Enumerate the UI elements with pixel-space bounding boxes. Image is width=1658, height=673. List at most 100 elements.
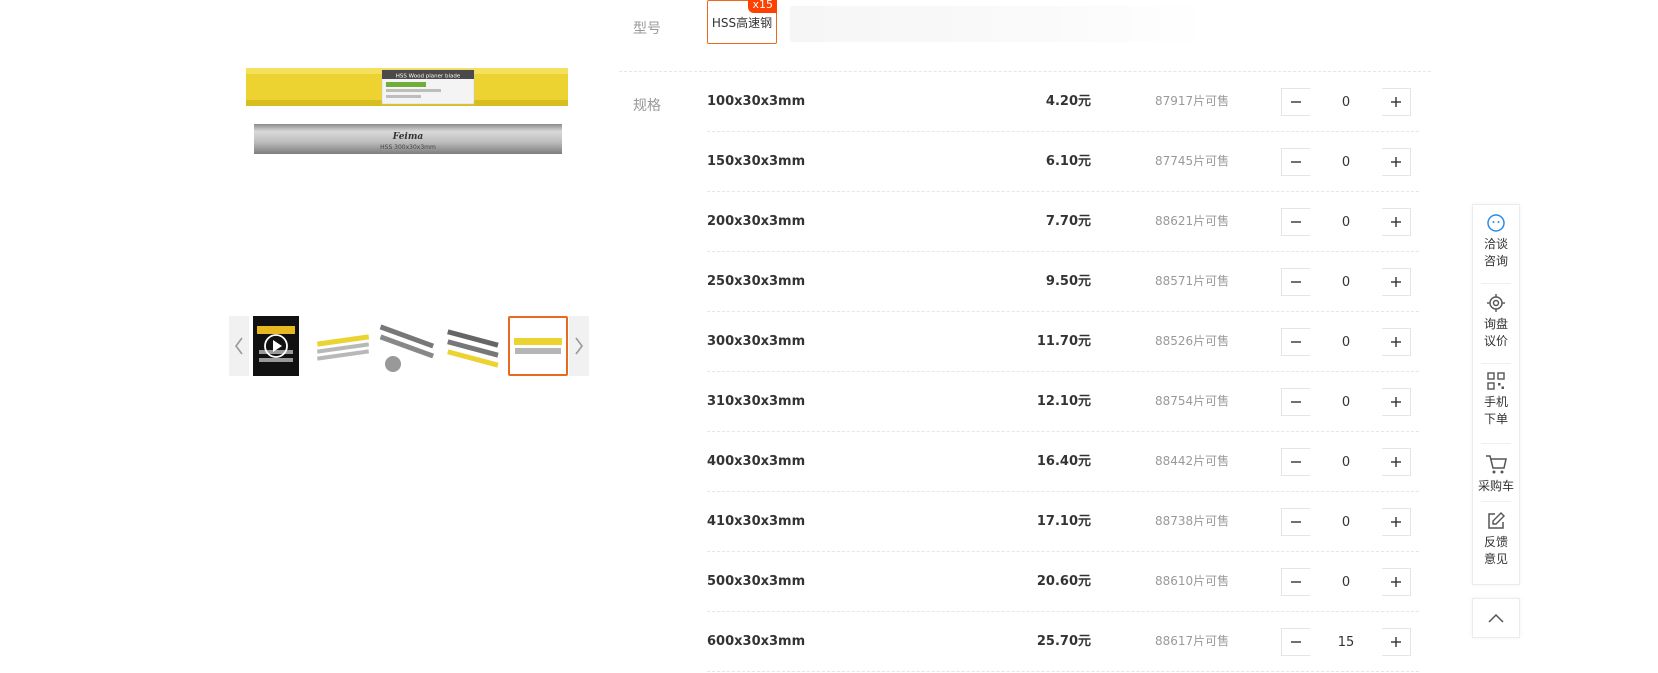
edit-icon bbox=[1488, 512, 1505, 529]
minus-icon bbox=[1291, 521, 1301, 523]
cart-icon bbox=[1486, 455, 1507, 474]
spec-stock: 88526片可售 bbox=[1155, 334, 1230, 348]
quantity-input[interactable] bbox=[1310, 448, 1382, 476]
blade-brand-text: Feima bbox=[392, 132, 424, 142]
quantity-input[interactable] bbox=[1310, 328, 1382, 356]
thumbnail-image-5[interactable] bbox=[508, 316, 568, 376]
minus-icon bbox=[1291, 221, 1301, 223]
quantity-stepper bbox=[1281, 148, 1411, 176]
toolbar-divider bbox=[1481, 501, 1511, 502]
back-to-top-button[interactable] bbox=[1472, 598, 1520, 638]
plus-icon bbox=[1391, 277, 1401, 287]
blade-size-text: HSS 300x30x3mm bbox=[380, 144, 436, 151]
chat-consult-button[interactable]: 洽谈 咨询 bbox=[1473, 213, 1519, 270]
quantity-input[interactable] bbox=[1310, 628, 1382, 656]
thumb-next-button[interactable] bbox=[569, 316, 589, 376]
decrement-button[interactable] bbox=[1282, 149, 1310, 175]
qr-code-icon bbox=[1487, 372, 1505, 390]
increment-button[interactable] bbox=[1382, 629, 1410, 655]
plus-icon bbox=[1391, 577, 1401, 587]
decrement-button[interactable] bbox=[1282, 89, 1310, 115]
spec-stock: 87745片可售 bbox=[1155, 154, 1230, 168]
mobile-label-1: 手机 bbox=[1483, 395, 1508, 409]
spec-stock: 87917片可售 bbox=[1155, 94, 1230, 108]
quantity-input[interactable] bbox=[1310, 148, 1382, 176]
increment-button[interactable] bbox=[1382, 269, 1410, 295]
minus-icon bbox=[1291, 281, 1301, 283]
spec-row: 100x30x3mm 4.20元 87917片可售 bbox=[707, 72, 1419, 132]
spec-name: 500x30x3mm bbox=[707, 574, 806, 589]
chat-icon bbox=[1487, 214, 1505, 232]
increment-button[interactable] bbox=[1382, 389, 1410, 415]
spec-price: 6.10元 bbox=[1045, 154, 1091, 169]
spec-stock: 88442片可售 bbox=[1155, 454, 1230, 468]
thumbnail-image-3[interactable] bbox=[377, 316, 437, 376]
chevron-right-icon bbox=[575, 337, 583, 355]
plus-icon bbox=[1391, 157, 1401, 167]
spec-stock: 88610片可售 bbox=[1155, 574, 1230, 588]
feedback-button[interactable]: 反馈 意见 bbox=[1473, 511, 1519, 568]
decrement-button[interactable] bbox=[1282, 629, 1310, 655]
plus-icon bbox=[1391, 457, 1401, 467]
increment-button[interactable] bbox=[1382, 449, 1410, 475]
box-label-text: HSS Wood planer blade bbox=[396, 74, 461, 80]
thumbnail-video[interactable] bbox=[253, 316, 299, 376]
spec-price: 16.40元 bbox=[1036, 454, 1091, 469]
plus-icon bbox=[1391, 337, 1401, 347]
inquiry-button[interactable]: 询盘 议价 bbox=[1473, 293, 1519, 350]
thumb-prev-button[interactable] bbox=[229, 316, 249, 376]
toolbar-divider bbox=[1481, 443, 1511, 444]
quantity-input[interactable] bbox=[1310, 88, 1382, 116]
thumbnail-image-2[interactable] bbox=[313, 316, 373, 376]
increment-button[interactable] bbox=[1382, 509, 1410, 535]
decrement-button[interactable] bbox=[1282, 209, 1310, 235]
model-option-hss[interactable]: HSS高速钢 x15 bbox=[707, 0, 777, 44]
minus-icon bbox=[1291, 461, 1301, 463]
toolbar-divider bbox=[1481, 363, 1511, 364]
quantity-input[interactable] bbox=[1310, 208, 1382, 236]
increment-button[interactable] bbox=[1382, 89, 1410, 115]
model-quantity-badge: x15 bbox=[748, 0, 777, 13]
plus-icon bbox=[1391, 517, 1401, 527]
spec-name: 400x30x3mm bbox=[707, 454, 806, 469]
thumbnail-image-4[interactable] bbox=[443, 316, 503, 376]
decrement-button[interactable] bbox=[1282, 389, 1310, 415]
minus-icon bbox=[1291, 641, 1301, 643]
decrement-button[interactable] bbox=[1282, 569, 1310, 595]
quantity-input[interactable] bbox=[1310, 568, 1382, 596]
plus-icon bbox=[1391, 397, 1401, 407]
decrement-button[interactable] bbox=[1282, 449, 1310, 475]
decrement-button[interactable] bbox=[1282, 509, 1310, 535]
plus-icon bbox=[1391, 637, 1401, 647]
increment-button[interactable] bbox=[1382, 569, 1410, 595]
spec-row: 300x30x3mm 11.70元 88526片可售 bbox=[707, 312, 1419, 372]
quantity-input[interactable] bbox=[1310, 268, 1382, 296]
decrement-button[interactable] bbox=[1282, 329, 1310, 355]
quantity-input[interactable] bbox=[1310, 388, 1382, 416]
spec-stock: 88617片可售 bbox=[1155, 634, 1230, 648]
spec-stock: 88621片可售 bbox=[1155, 214, 1230, 228]
spec-stock: 88738片可售 bbox=[1155, 514, 1230, 528]
quantity-stepper bbox=[1281, 388, 1411, 416]
quantity-stepper bbox=[1281, 88, 1411, 116]
mobile-order-button[interactable]: 手机 下单 bbox=[1473, 371, 1519, 428]
spec-name: 300x30x3mm bbox=[707, 334, 806, 349]
chevron-up-icon bbox=[1488, 613, 1504, 623]
increment-button[interactable] bbox=[1382, 149, 1410, 175]
spec-row: 500x30x3mm 20.60元 88610片可售 bbox=[707, 552, 1419, 612]
increment-button[interactable] bbox=[1382, 209, 1410, 235]
cart-button[interactable]: 采购车 bbox=[1473, 453, 1519, 495]
quantity-stepper bbox=[1281, 448, 1411, 476]
spec-price: 11.70元 bbox=[1036, 334, 1091, 349]
feedback-label-1: 反馈 bbox=[1483, 535, 1508, 549]
spec-row: 150x30x3mm 6.10元 87745片可售 bbox=[707, 132, 1419, 192]
target-icon bbox=[1487, 294, 1505, 312]
spec-label: 规格 bbox=[633, 98, 661, 114]
increment-button[interactable] bbox=[1382, 329, 1410, 355]
minus-icon bbox=[1291, 401, 1301, 403]
quantity-input[interactable] bbox=[1310, 508, 1382, 536]
decrement-button[interactable] bbox=[1282, 269, 1310, 295]
plus-icon bbox=[1391, 217, 1401, 227]
spec-list: 100x30x3mm 4.20元 87917片可售 150x30x3mm 6.1… bbox=[707, 72, 1419, 672]
spec-stock: 88754片可售 bbox=[1155, 394, 1230, 408]
